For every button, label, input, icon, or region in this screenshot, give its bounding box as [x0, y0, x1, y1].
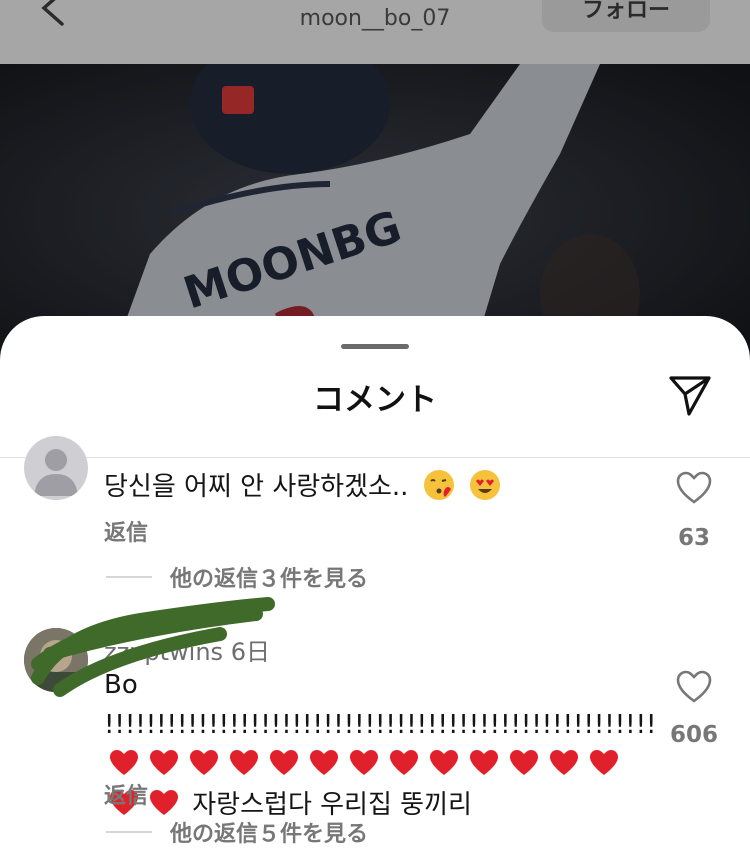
- like-heart-icon[interactable]: [676, 670, 712, 704]
- reply-button[interactable]: 返信: [104, 515, 148, 547]
- red-heart-emoji: [150, 750, 178, 775]
- view-replies-button[interactable]: 他の返信３件を見る: [106, 561, 368, 593]
- red-heart-emoji: [150, 790, 178, 815]
- reply-button[interactable]: 返信: [104, 778, 148, 810]
- red-heart-emoji: [230, 750, 258, 775]
- view-replies-line: [106, 831, 152, 833]
- sheet-divider: [0, 457, 750, 458]
- red-heart-emoji: [510, 750, 538, 775]
- red-heart-emoji: [470, 750, 498, 775]
- red-heart-emoji: [310, 750, 338, 775]
- red-heart-emoji: [110, 750, 138, 775]
- view-replies-label: 他の返信３件を見る: [170, 567, 369, 592]
- sheet-grabber[interactable]: [341, 344, 409, 349]
- sheet-title: コメント: [313, 382, 437, 418]
- heart-eyes-emoji: [469, 470, 500, 500]
- avatar[interactable]: [24, 436, 88, 500]
- kissing-face-emoji: [423, 470, 454, 500]
- red-heart-emoji: [350, 750, 378, 775]
- red-heart-emoji: [430, 750, 458, 775]
- like-count: 63: [677, 525, 710, 551]
- follow-button[interactable]: フォロー: [542, 0, 710, 32]
- comment-body-prefix: Bo !!!!!!!!!!!!!!!!!!!!!!!!!!!!!!!!!!!!!…: [104, 670, 657, 740]
- default-avatar-icon: [34, 449, 78, 496]
- like-heart-icon[interactable]: [676, 471, 712, 505]
- like-count: 606: [669, 722, 718, 748]
- comment-text: Bo !!!!!!!!!!!!!!!!!!!!!!!!!!!!!!!!!!!!!…: [104, 665, 656, 825]
- share-send-icon[interactable]: [667, 372, 713, 418]
- red-heart-emoji: [190, 750, 218, 775]
- view-replies-label: 他の返信５件を見る: [170, 822, 369, 847]
- red-heart-emoji: [390, 750, 418, 775]
- red-heart-emoji: [550, 750, 578, 775]
- red-heart-emoji: [270, 750, 298, 775]
- comment-body: 당신을 어찌 안 사랑하겠소..: [104, 472, 409, 502]
- view-replies-button[interactable]: 他の返信５件を見る: [106, 816, 368, 848]
- view-replies-line: [106, 576, 152, 578]
- comment-text: 당신을 어찌 안 사랑하겠소..: [104, 467, 644, 507]
- top-header: moon__bo_07 フォロー: [0, 0, 750, 64]
- red-heart-emoji: [590, 750, 618, 775]
